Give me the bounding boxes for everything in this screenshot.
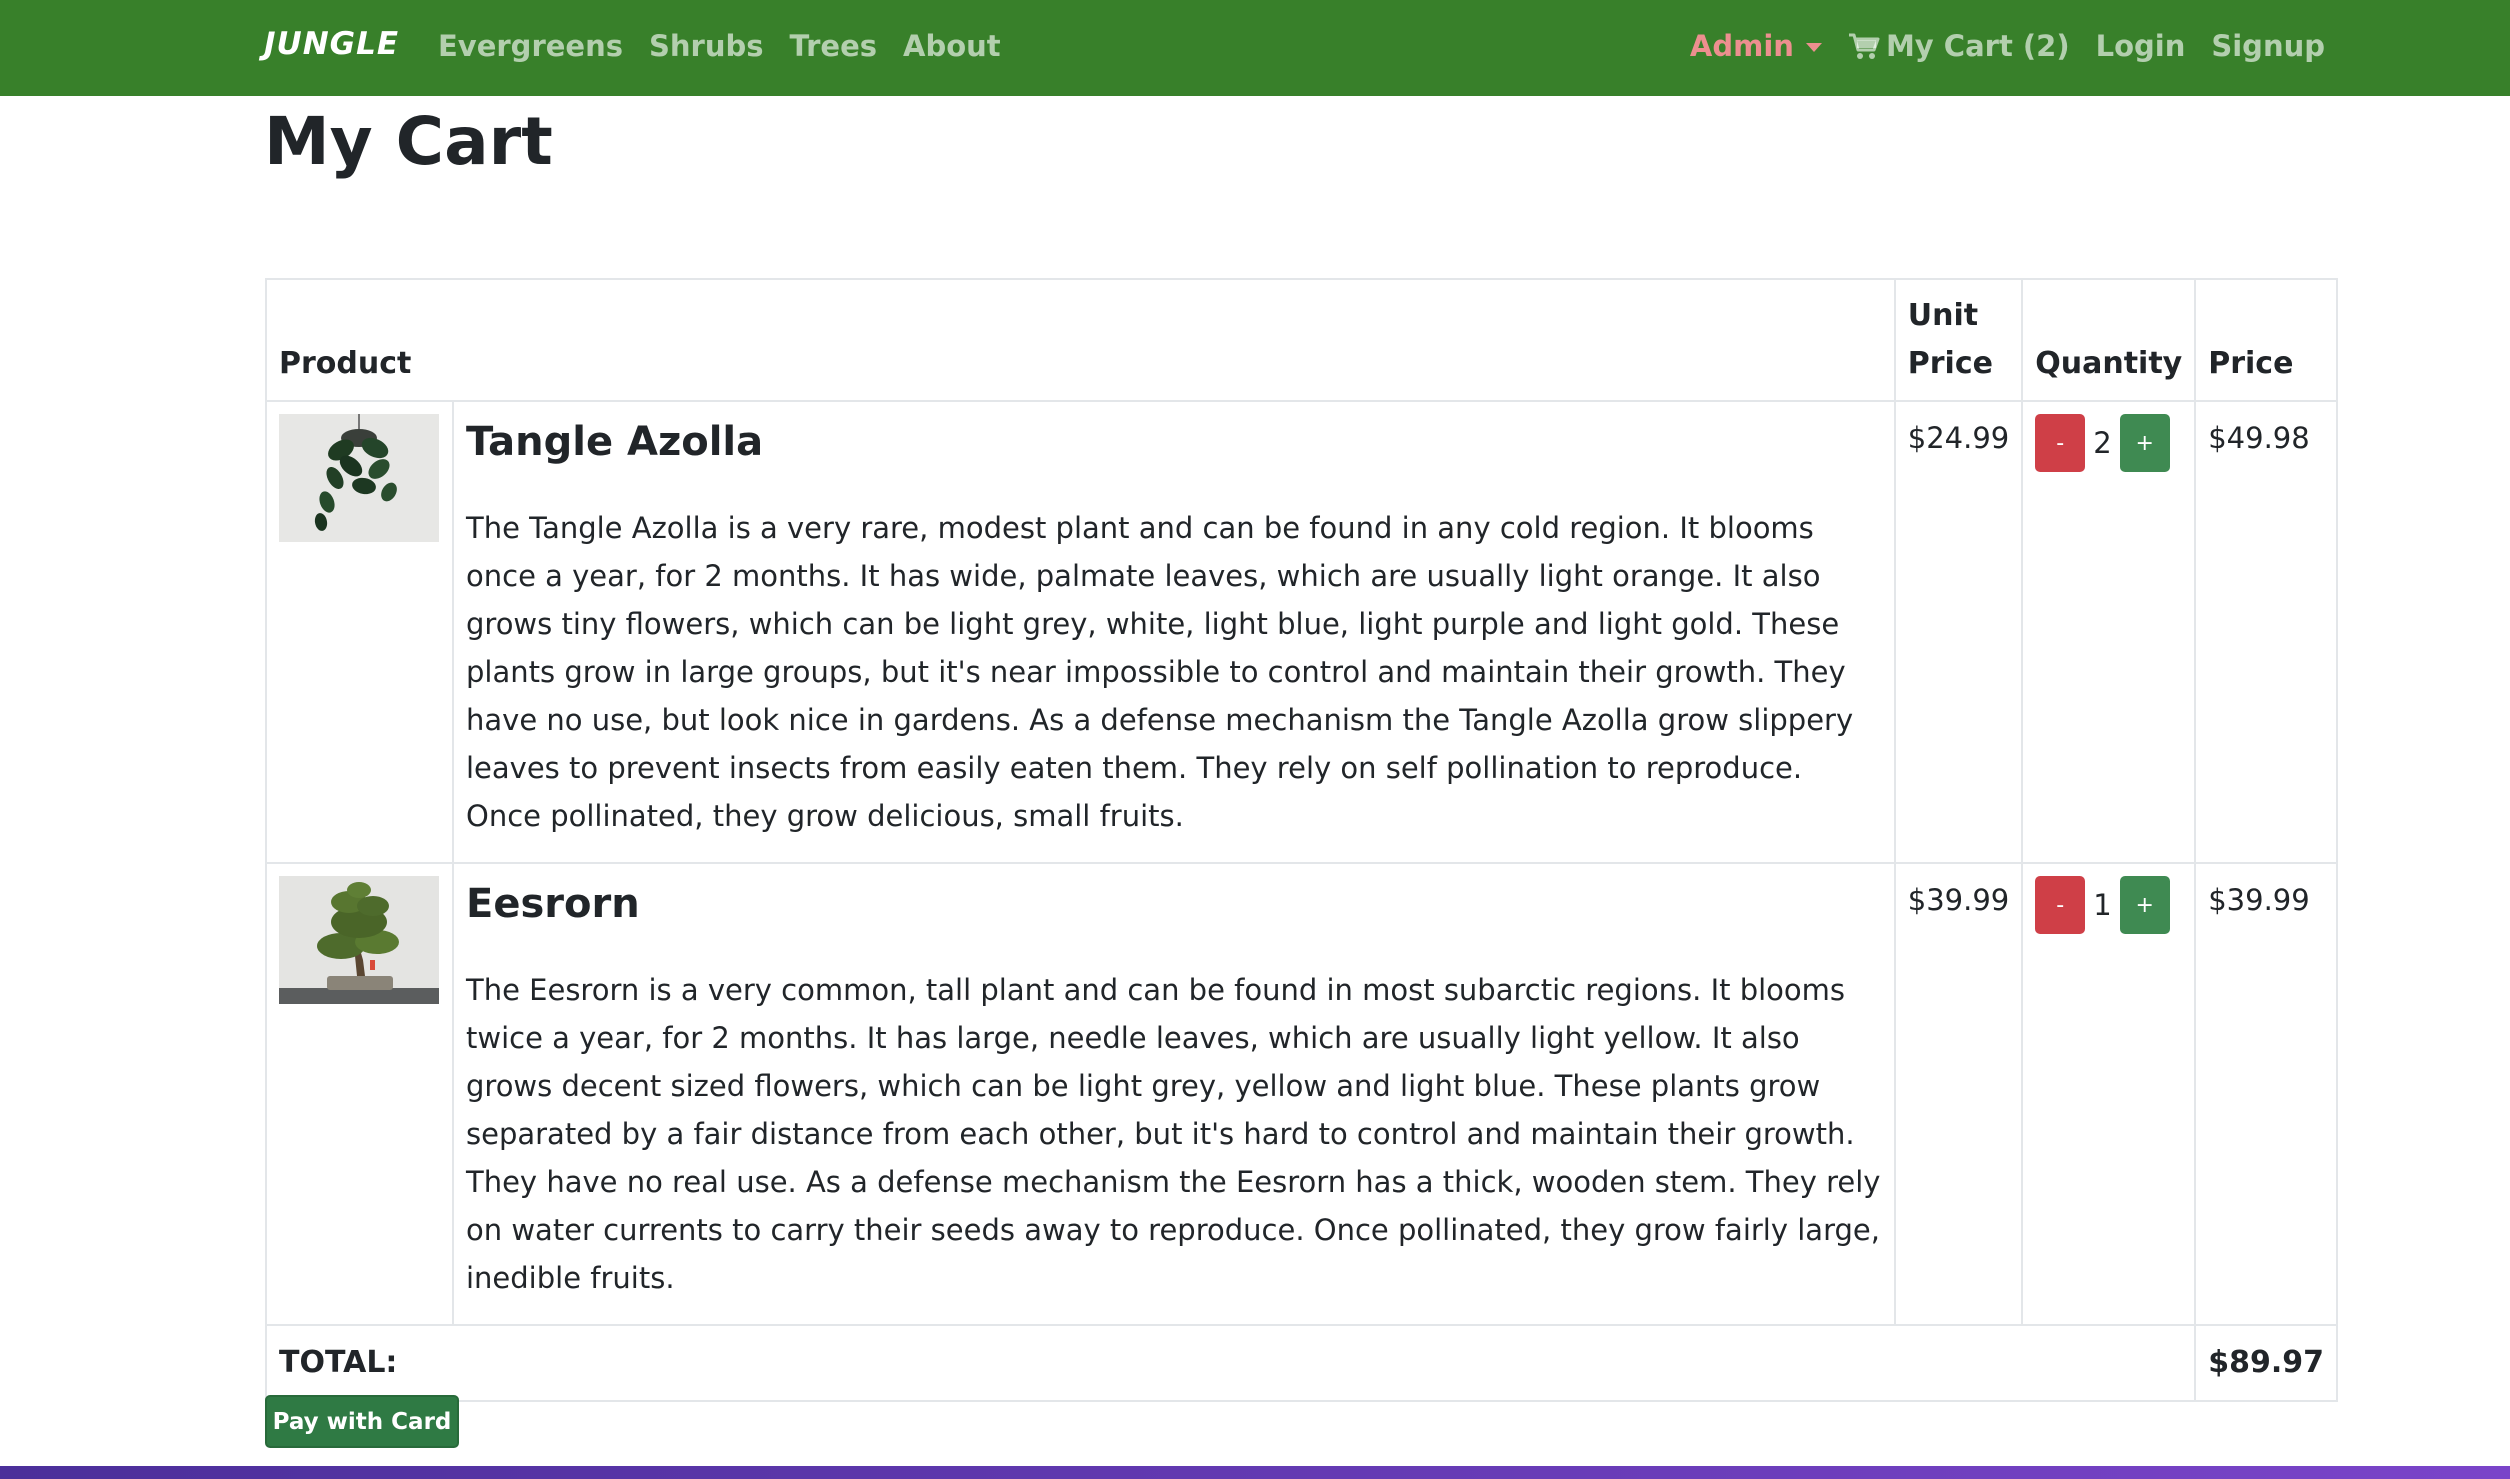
quantity-value: 1 [2093,888,2112,922]
admin-dropdown[interactable]: Admin [1690,26,1822,66]
caret-down-icon [1805,42,1822,52]
product-thumbnail-cell [265,862,454,1326]
desktop-background-strip [0,1466,2510,1479]
bonsai-tree-image[interactable] [279,876,439,1004]
nav-link-about[interactable]: About [903,26,1001,66]
table-row: Eesrorn The Eesrorn is a very common, ta… [265,862,2338,1326]
my-cart-label: My Cart (2) [1885,29,2070,63]
brand-logo[interactable]: JUNGLE [264,26,399,62]
hanging-plant-image[interactable] [279,414,439,542]
nav-link-shrubs[interactable]: Shrubs [649,26,764,66]
total-row: TOTAL: $89.97 [264,1324,2338,1402]
quantity-value: 2 [2093,426,2112,460]
my-cart-link[interactable]: My Cart (2) [1848,26,2070,66]
product-thumbnail-cell [265,400,454,864]
unit-price-cell: $24.99 [1893,400,2024,864]
nav-link-trees[interactable]: Trees [790,26,878,66]
product-name: Tangle Azolla [466,419,764,465]
header-unit-price: Unit Price [1893,278,2024,402]
decrement-button[interactable]: - [2035,876,2086,934]
quantity-cell: - 2 + [2021,400,2197,864]
header-price: Price [2194,278,2338,402]
header-product: Product [265,278,1896,402]
decrement-button[interactable]: - [2035,414,2086,472]
nav-link-evergreens[interactable]: Evergreens [438,26,623,66]
total-value: $89.97 [2194,1324,2338,1402]
signup-link[interactable]: Signup [2211,26,2325,66]
table-row: Tangle Azolla The Tangle Azolla is a ver… [265,400,2338,864]
shopping-cart-icon [1848,32,1880,60]
quantity-stepper: - 1 + [2035,876,2182,934]
page-title: My Cart [264,103,553,180]
nav-account: Admin My Cart (2) Login Signup [1690,26,2325,66]
quantity-cell: - 1 + [2021,862,2197,1326]
product-description: The Eesrorn is a very common, tall plant… [466,973,1881,1295]
product-name: Eesrorn [466,881,640,927]
line-price-cell: $39.99 [2194,862,2338,1326]
quantity-stepper: - 2 + [2035,414,2182,472]
top-navbar: JUNGLE Evergreens Shrubs Trees About Adm… [0,0,2510,96]
product-info-cell: Eesrorn The Eesrorn is a very common, ta… [452,862,1896,1326]
total-label: TOTAL: [264,1324,2197,1402]
increment-button[interactable]: + [2119,876,2170,934]
unit-price-cell: $39.99 [1893,862,2024,1326]
cart-table: Product Unit Price Quantity Price Tangle… [264,278,2338,1402]
login-link[interactable]: Login [2096,26,2186,66]
admin-label: Admin [1689,29,1794,63]
product-description: The Tangle Azolla is a very rare, modest… [466,511,1854,833]
nav-categories: Evergreens Shrubs Trees About [438,26,1001,66]
table-header-row: Product Unit Price Quantity Price [265,278,2338,402]
header-quantity: Quantity [2021,278,2197,402]
increment-button[interactable]: + [2119,414,2170,472]
product-info-cell: Tangle Azolla The Tangle Azolla is a ver… [452,400,1896,864]
line-price-cell: $49.98 [2194,400,2338,864]
pay-with-card-button[interactable]: Pay with Card [265,1395,459,1448]
